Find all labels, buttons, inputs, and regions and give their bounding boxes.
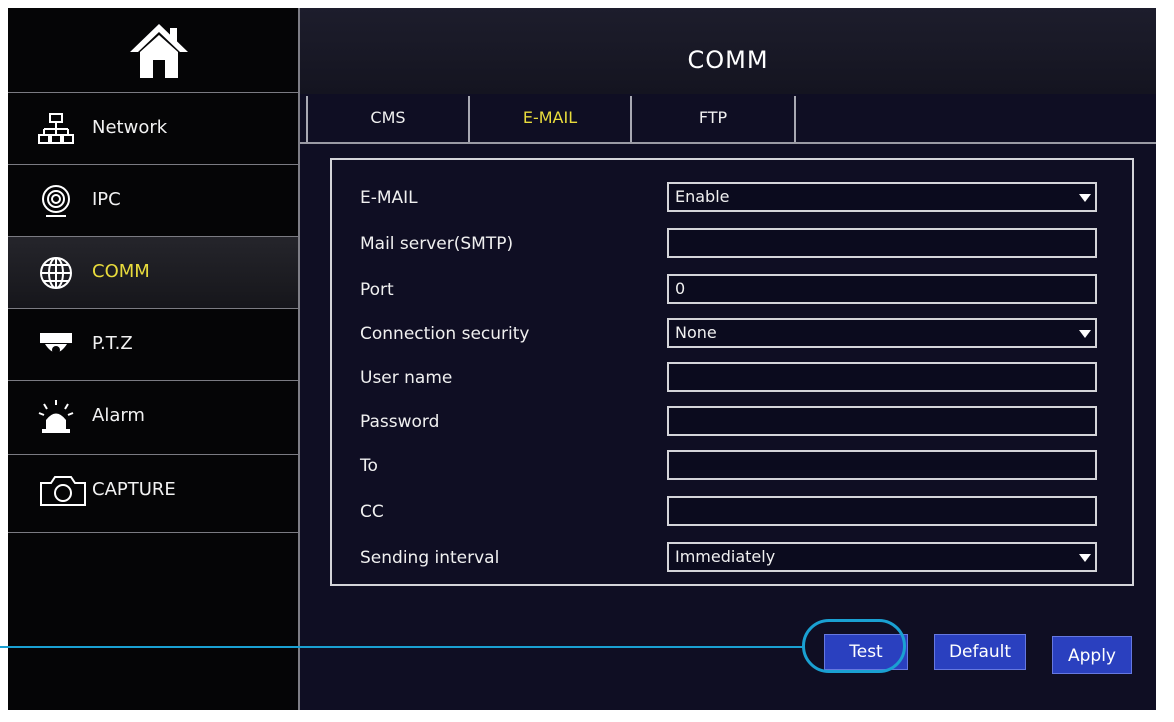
sidebar: Network IPC COMM P.T.Z Alarm CAPTURE: [8, 8, 298, 710]
network-icon: [38, 111, 74, 147]
tab-cms[interactable]: CMS: [306, 96, 470, 142]
dropdown-arrow-icon: [1079, 554, 1091, 562]
field-label: Port: [360, 280, 394, 300]
globe-icon: [38, 255, 74, 291]
sidebar-item-label: Alarm: [92, 405, 145, 426]
sidebar-item-capture[interactable]: CAPTURE: [8, 454, 298, 526]
select-value: Enable: [675, 187, 730, 206]
email-enable-row: E-MAIL Enable: [332, 176, 1132, 216]
select-value: Immediately: [675, 547, 776, 566]
page-header: COMM: [300, 8, 1156, 95]
button-label: Default: [948, 642, 1012, 662]
button-label: Apply: [1068, 646, 1116, 666]
select-value: None: [675, 323, 717, 342]
password-row: Password: [332, 400, 1132, 440]
sidebar-item-label: Network: [92, 117, 168, 138]
field-label: Password: [360, 412, 440, 432]
ipc-camera-icon: [38, 183, 74, 219]
email-settings-panel: E-MAIL Enable Mail server(SMTP) Port 0 C…: [330, 158, 1134, 586]
page-title: COMM: [687, 46, 769, 74]
user-name-row: User name: [332, 356, 1132, 396]
dome-camera-icon: [38, 327, 74, 363]
cc-row: CC: [332, 490, 1132, 530]
dropdown-arrow-icon: [1079, 194, 1091, 202]
camera-icon: [38, 473, 88, 509]
field-label: To: [360, 456, 378, 476]
tab-ftp[interactable]: FTP: [630, 96, 796, 142]
mail-server-row: Mail server(SMTP): [332, 222, 1132, 262]
field-label: User name: [360, 368, 453, 388]
sidebar-item-ptz[interactable]: P.T.Z: [8, 308, 298, 380]
sidebar-item-comm[interactable]: COMM: [8, 236, 298, 308]
email-enable-select[interactable]: Enable: [667, 182, 1097, 212]
field-label: CC: [360, 502, 384, 522]
cc-input[interactable]: [667, 496, 1097, 526]
port-input[interactable]: 0: [667, 274, 1097, 304]
to-input[interactable]: [667, 450, 1097, 480]
tab-email[interactable]: E-MAIL: [468, 96, 632, 142]
sidebar-item-label: COMM: [92, 261, 150, 282]
default-button[interactable]: Default: [934, 634, 1026, 670]
sidebar-item-ipc[interactable]: IPC: [8, 164, 298, 236]
field-label: Connection security: [360, 324, 530, 344]
apply-button[interactable]: Apply: [1052, 636, 1132, 674]
home-icon[interactable]: [128, 22, 190, 80]
field-label: E-MAIL: [360, 188, 418, 208]
sidebar-item-label: P.T.Z: [92, 333, 133, 354]
sending-interval-select[interactable]: Immediately: [667, 542, 1097, 572]
tab-label: CMS: [370, 108, 406, 127]
callout-line: [0, 646, 804, 648]
mail-server-input[interactable]: [667, 228, 1097, 258]
connection-security-row: Connection security None: [332, 312, 1132, 352]
dropdown-arrow-icon: [1079, 330, 1091, 338]
sidebar-item-alarm[interactable]: Alarm: [8, 380, 298, 452]
tab-label: FTP: [698, 108, 728, 127]
field-label: Sending interval: [360, 548, 500, 568]
port-row: Port 0: [332, 268, 1132, 308]
alarm-siren-icon: [38, 399, 74, 435]
dvr-screen: Network IPC COMM P.T.Z Alarm CAPTURE COM…: [8, 8, 1156, 710]
tab-label: E-MAIL: [522, 108, 578, 127]
tab-underline: [300, 142, 1156, 144]
content-area: CMS E-MAIL FTP E-MAIL Enable Mail server…: [300, 94, 1156, 710]
field-label: Mail server(SMTP): [360, 234, 514, 254]
connection-security-select[interactable]: None: [667, 318, 1097, 348]
callout-highlight: [802, 619, 906, 673]
input-value: 0: [675, 279, 686, 298]
sidebar-item-label: IPC: [92, 189, 121, 210]
sending-interval-row: Sending interval Immediately: [332, 536, 1132, 576]
user-name-input[interactable]: [667, 362, 1097, 392]
to-row: To: [332, 444, 1132, 484]
sidebar-divider: [8, 532, 298, 533]
password-input[interactable]: [667, 406, 1097, 436]
sidebar-item-label: CAPTURE: [92, 479, 176, 500]
sidebar-item-network[interactable]: Network: [8, 92, 298, 164]
